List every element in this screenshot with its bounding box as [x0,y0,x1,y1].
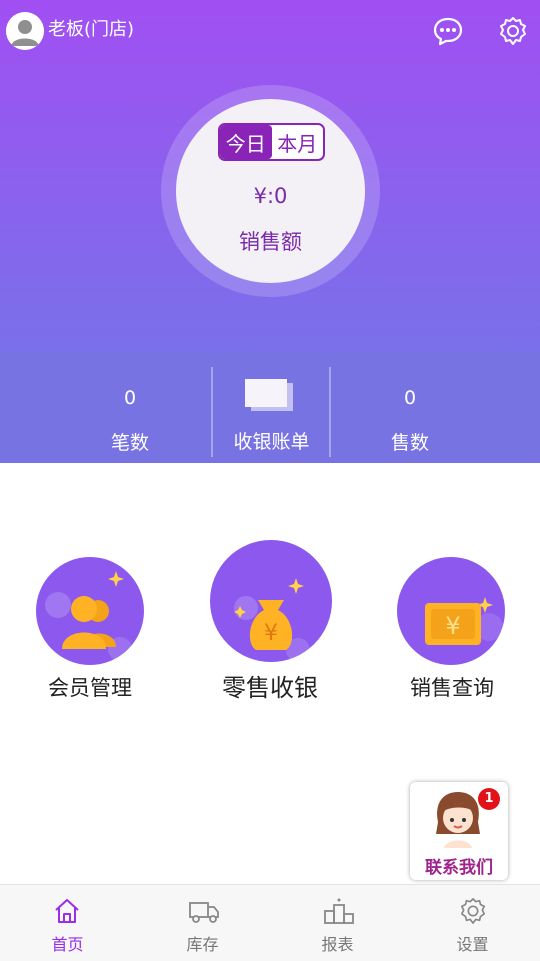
sales-qty-value: 0 [403,387,417,409]
nav-reports[interactable]: 报表 [270,885,405,961]
sales-query-label: 销售查询 [410,676,494,700]
order-count-value: 0 [123,387,137,409]
gear-icon [460,898,486,924]
retail-checkout-button[interactable]: ¥ 零售收银 [200,540,340,705]
nav-home-label: 首页 [51,935,84,954]
sales-amount-label: 销售额 [239,230,302,254]
stats-bar: 0 笔数 收银账单 0 售数 [0,353,540,463]
contact-us-label: 联系我们 [425,858,493,878]
stat-sales-qty[interactable]: 0 售数 [310,353,510,463]
header: 老板(门店) 今日 本月 ¥:0 销售额 [0,0,540,353]
user-name: 老板(门店) [48,19,135,40]
sales-query-button[interactable]: ¥ 销售查询 [382,555,522,705]
receipt-stack-icon [245,379,293,411]
settings-gear-icon[interactable] [498,16,530,46]
nav-reports-label: 报表 [321,935,354,954]
nav-inventory[interactable]: 库存 [135,885,270,961]
order-count-label: 笔数 [110,432,149,454]
members-icon [36,557,144,665]
yuan-ticket-icon: ¥ [397,557,505,665]
svg-text:¥: ¥ [445,612,460,640]
truck-icon [189,902,219,923]
svg-text:¥: ¥ [264,621,278,646]
nav-inventory-label: 库存 [186,935,219,954]
stat-order-count[interactable]: 0 笔数 [30,353,230,463]
nav-settings[interactable]: 设置 [405,885,540,961]
money-bag-icon: ¥ [210,540,332,662]
retail-checkout-label: 零售收银 [222,674,318,702]
bottom-nav: 首页 库存 报表 设置 [0,884,540,961]
tab-month[interactable]: 本月 [272,125,324,159]
sales-qty-label: 售数 [390,432,429,454]
members-management-button[interactable]: 会员管理 [20,555,160,705]
podium-icon [324,898,354,924]
notification-badge: 1 [478,788,500,810]
period-toggle: 今日 本月 [218,123,325,161]
sales-amount: ¥:0 [253,184,288,208]
chat-bubble-icon[interactable] [432,16,464,46]
nav-settings-label: 设置 [456,935,489,954]
nav-home[interactable]: 首页 [0,885,135,961]
members-label: 会员管理 [48,676,132,700]
home-icon [55,899,79,923]
tab-today[interactable]: 今日 [220,125,272,159]
user-avatar-icon[interactable] [6,12,44,50]
